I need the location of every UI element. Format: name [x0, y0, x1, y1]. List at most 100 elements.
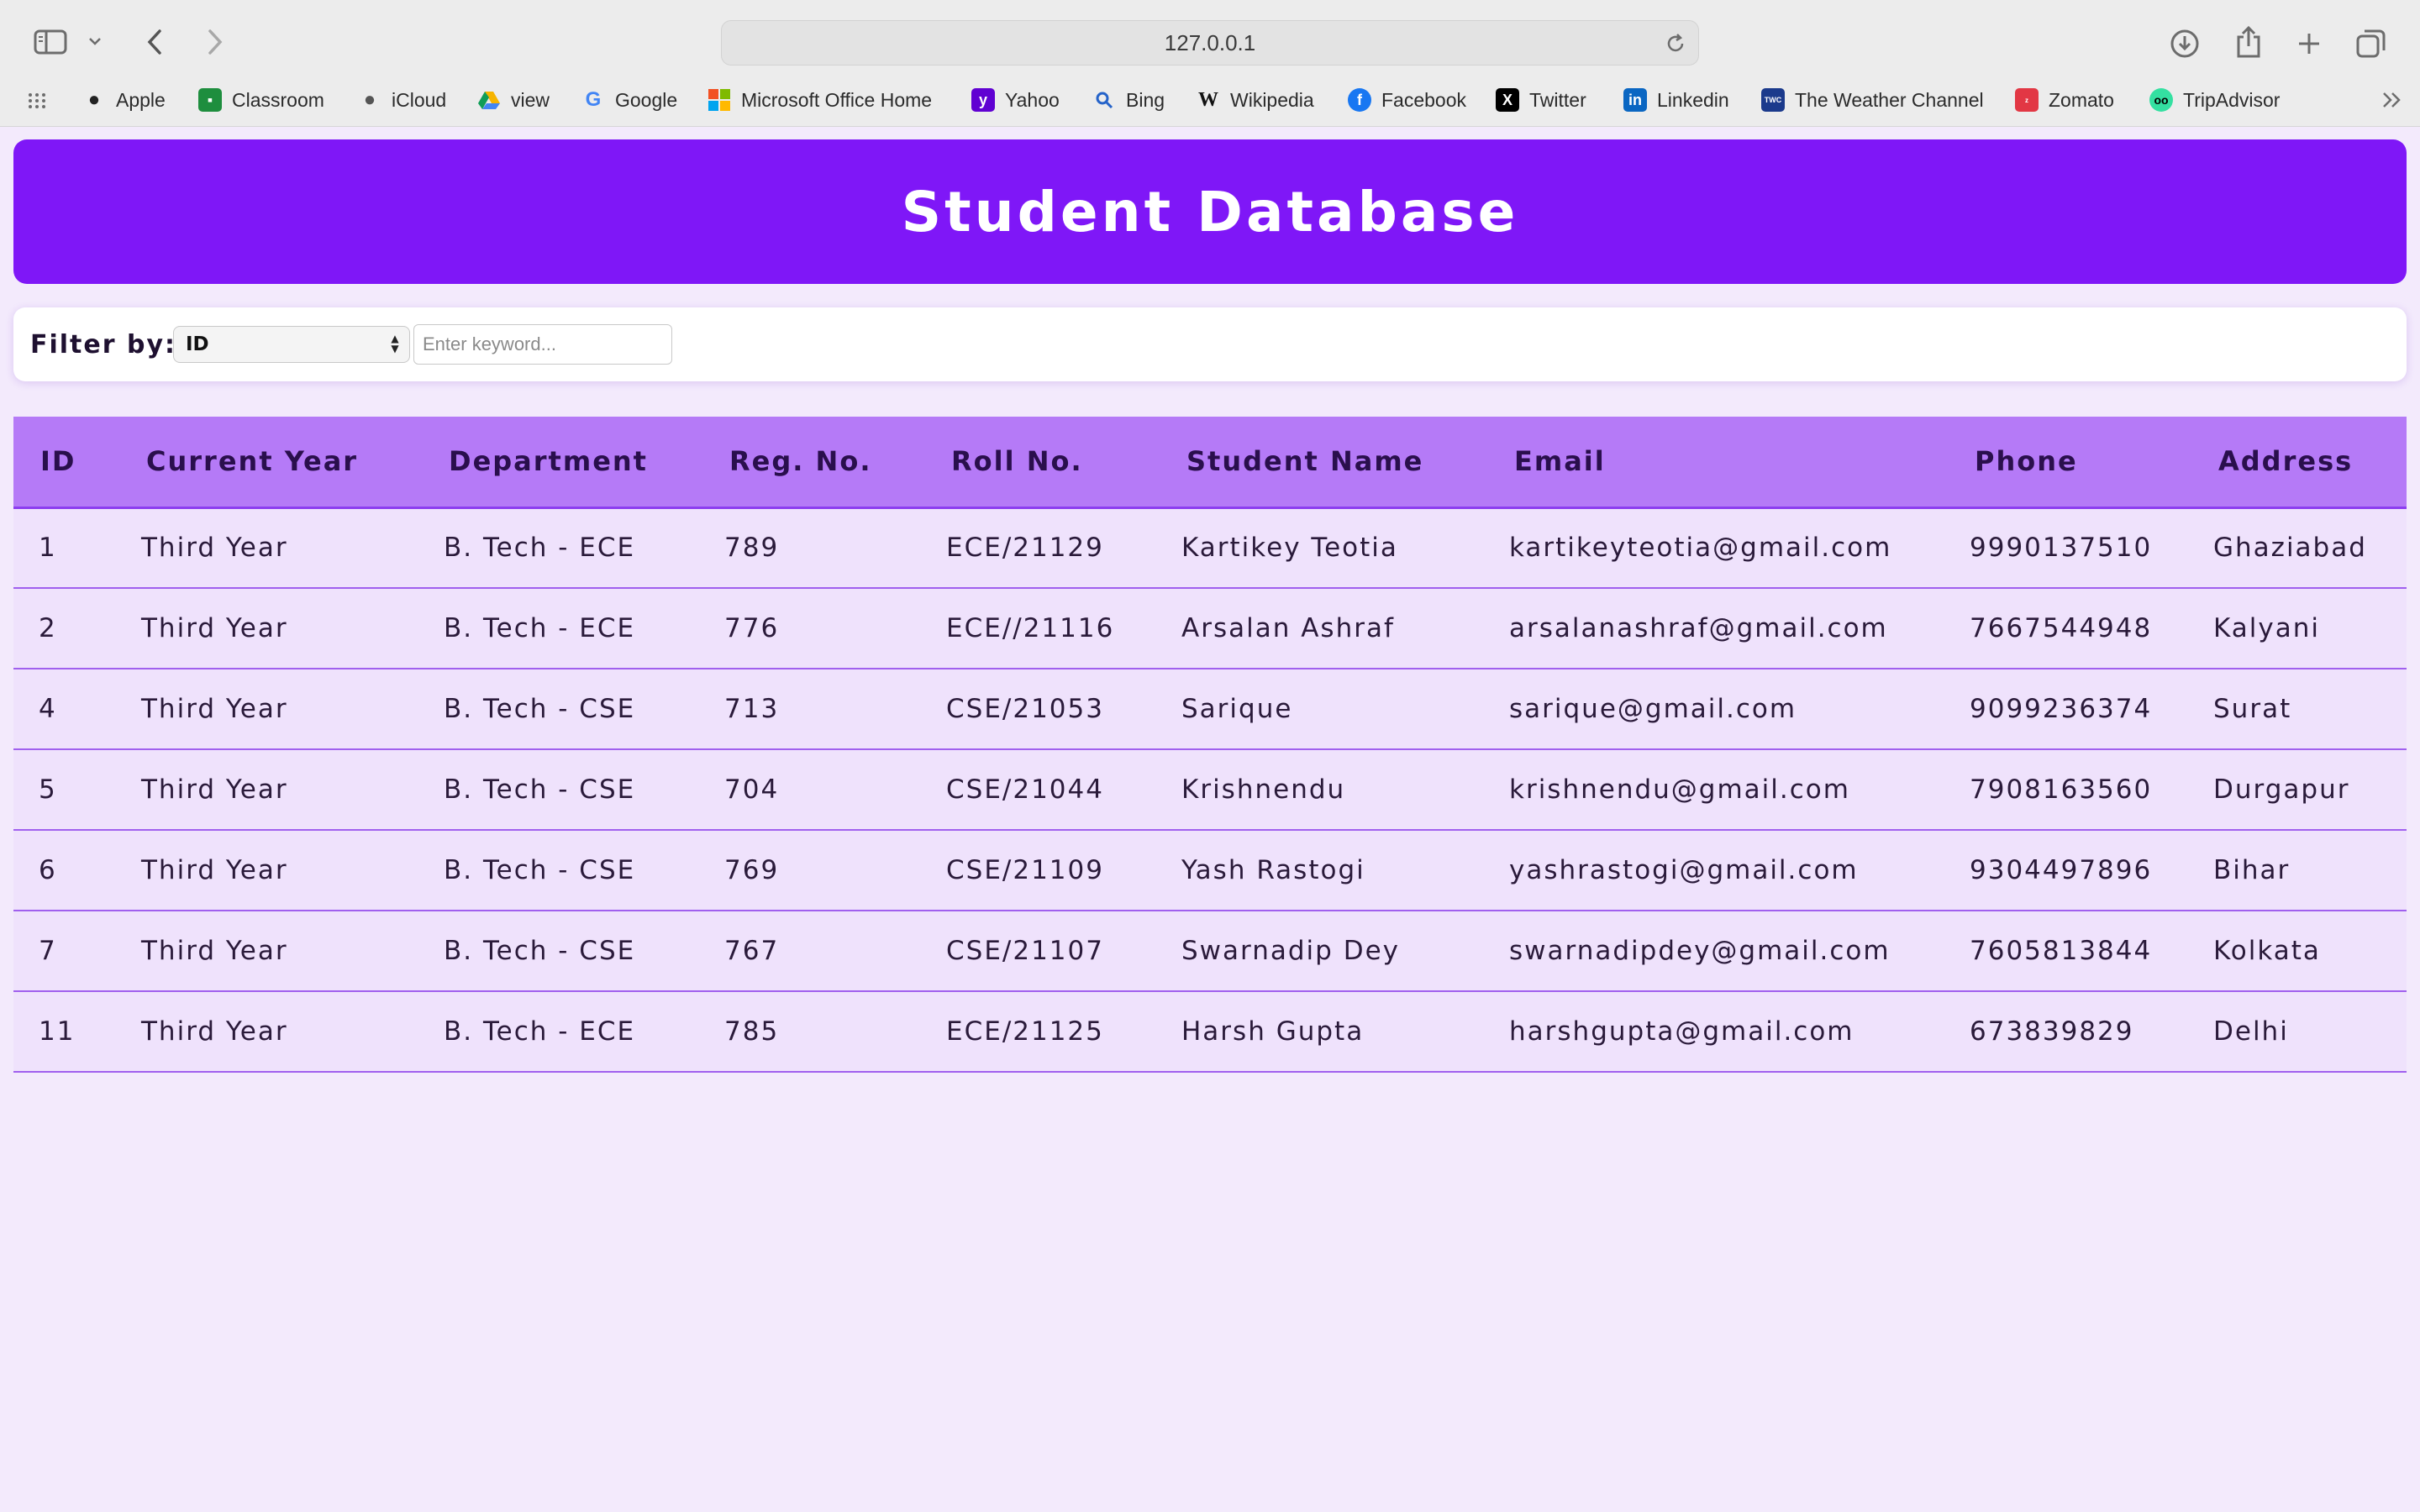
- cell-address: Surat: [2207, 669, 2407, 750]
- table-row[interactable]: 7 Third Year B. Tech - CSE 767 CSE/21107…: [13, 911, 2407, 992]
- table-row[interactable]: 6 Third Year B. Tech - CSE 769 CSE/21109…: [13, 830, 2407, 911]
- zomato-icon: z: [2015, 88, 2039, 112]
- table-row[interactable]: 11 Third Year B. Tech - ECE 785 ECE/2112…: [13, 991, 2407, 1073]
- url-text: 127.0.0.1: [1164, 29, 1256, 55]
- bookmark-label: Microsoft Office Home: [741, 88, 933, 111]
- address-bar[interactable]: 127.0.0.1: [721, 20, 1699, 66]
- filter-select-value: ID: [186, 333, 209, 355]
- bookmark-view[interactable]: view: [477, 84, 550, 116]
- bookmark-label: Wikipedia: [1230, 88, 1314, 111]
- bookmark-label: Classroom: [232, 88, 324, 111]
- bookmark-label: Google: [615, 88, 678, 111]
- table-row[interactable]: 2 Third Year B. Tech - ECE 776 ECE//2111…: [13, 588, 2407, 669]
- column-header-id[interactable]: ID: [13, 417, 131, 509]
- cell-roll-no: ECE/21125: [939, 991, 1175, 1073]
- sidebar-toggle-icon[interactable]: [30, 24, 71, 60]
- column-header-department[interactable]: Department: [434, 417, 718, 509]
- bookmark-icloud[interactable]: ● iCloud: [358, 84, 446, 116]
- cell-phone: 9990137510: [1963, 507, 2207, 589]
- bookmark-label: Apple: [116, 88, 166, 111]
- bookmark-label: TripAdvisor: [2183, 88, 2281, 111]
- bookmark-google[interactable]: G Google: [581, 84, 678, 116]
- cell-current-year: Third Year: [131, 669, 434, 750]
- bookmark-bing[interactable]: Bing: [1092, 84, 1165, 116]
- forward-icon[interactable]: [198, 24, 232, 60]
- bookmark-twitter[interactable]: X Twitter: [1496, 84, 1586, 116]
- tab-overview-icon[interactable]: [2353, 25, 2390, 62]
- bookmark-weather-channel[interactable]: TWC The Weather Channel: [1761, 84, 1984, 116]
- table-row[interactable]: 1 Third Year B. Tech - ECE 789 ECE/21129…: [13, 507, 2407, 589]
- microsoft-icon: [708, 88, 731, 112]
- table-row[interactable]: 5 Third Year B. Tech - CSE 704 CSE/21044…: [13, 749, 2407, 831]
- cell-id: 1: [13, 507, 131, 589]
- cell-student-name: Swarnadip Dey: [1175, 911, 1502, 992]
- apple-icon: ●: [87, 88, 101, 111]
- bing-search-icon: [1092, 88, 1116, 112]
- bookmark-linkedin[interactable]: in Linkedin: [1623, 84, 1729, 116]
- cell-roll-no: CSE/21107: [939, 911, 1175, 992]
- cell-reg-no: 769: [718, 830, 939, 911]
- chevron-down-icon[interactable]: [84, 30, 106, 52]
- browser-toolbar: 127.0.0.1: [0, 0, 2420, 86]
- tripadvisor-icon: oo: [2149, 88, 2173, 112]
- cell-id: 2: [13, 588, 131, 669]
- wikipedia-icon: W: [1198, 88, 1218, 111]
- browser-chrome: 127.0.0.1 ● Apple ▪ Classroom ● iCloud v…: [0, 0, 2420, 127]
- bookmark-apple[interactable]: ● Apple: [82, 84, 166, 116]
- column-header-roll-no[interactable]: Roll No.: [939, 417, 1175, 509]
- cell-student-name: Sarique: [1175, 669, 1502, 750]
- cell-roll-no: CSE/21044: [939, 749, 1175, 831]
- bookmark-classroom[interactable]: ▪ Classroom: [198, 84, 324, 116]
- cell-department: B. Tech - ECE: [434, 991, 718, 1073]
- cell-department: B. Tech - CSE: [434, 669, 718, 750]
- cell-email: arsalanashraf@gmail.com: [1502, 588, 1963, 669]
- table-body: 1 Third Year B. Tech - ECE 789 ECE/21129…: [13, 507, 2407, 1073]
- cell-roll-no: ECE/21129: [939, 507, 1175, 589]
- cell-address: Delhi: [2207, 991, 2407, 1073]
- table-header-row: ID Current Year Department Reg. No. Roll…: [13, 417, 2407, 509]
- bookmark-label: view: [511, 88, 550, 111]
- reload-icon[interactable]: [1663, 31, 1688, 56]
- bookmark-tripadvisor[interactable]: oo TripAdvisor: [2149, 84, 2280, 116]
- weather-channel-icon: TWC: [1761, 88, 1785, 112]
- bookmark-facebook[interactable]: f Facebook: [1348, 84, 1466, 116]
- cell-roll-no: CSE/21053: [939, 669, 1175, 750]
- student-table: ID Current Year Department Reg. No. Roll…: [13, 417, 2407, 1073]
- bookmark-microsoft-office[interactable]: Microsoft Office Home: [708, 84, 932, 116]
- back-icon[interactable]: [138, 24, 171, 60]
- cell-email: swarnadipdey@gmail.com: [1502, 911, 1963, 992]
- cell-student-name: Kartikey Teotia: [1175, 507, 1502, 589]
- share-icon[interactable]: [2230, 22, 2267, 62]
- bookmarks-overflow-icon[interactable]: [2381, 84, 2403, 116]
- bookmarks-bar: ● Apple ▪ Classroom ● iCloud view G Goog…: [0, 84, 2420, 116]
- cell-student-name: Harsh Gupta: [1175, 991, 1502, 1073]
- column-header-student-name[interactable]: Student Name: [1175, 417, 1502, 509]
- cell-reg-no: 789: [718, 507, 939, 589]
- column-header-reg-no[interactable]: Reg. No.: [718, 417, 939, 509]
- search-input[interactable]: [413, 324, 672, 365]
- bookmark-label: The Weather Channel: [1795, 88, 1984, 111]
- bookmark-yahoo[interactable]: y Yahoo: [971, 84, 1060, 116]
- bookmark-label: Zomato: [2049, 88, 2114, 111]
- new-tab-icon[interactable]: [2291, 25, 2328, 62]
- cell-current-year: Third Year: [131, 830, 434, 911]
- column-header-email[interactable]: Email: [1502, 417, 1963, 509]
- filter-select[interactable]: ID ▲ ▼: [173, 326, 410, 363]
- apps-grid-icon[interactable]: [25, 84, 49, 116]
- page-title: Student Database: [901, 179, 1519, 244]
- bookmark-label: Yahoo: [1005, 88, 1060, 111]
- column-header-phone[interactable]: Phone: [1963, 417, 2207, 509]
- column-header-current-year[interactable]: Current Year: [131, 417, 434, 509]
- cell-id: 11: [13, 991, 131, 1073]
- cell-reg-no: 767: [718, 911, 939, 992]
- download-icon[interactable]: [2166, 25, 2203, 62]
- x-twitter-icon: X: [1496, 88, 1519, 112]
- table-row[interactable]: 4 Third Year B. Tech - CSE 713 CSE/21053…: [13, 669, 2407, 750]
- cell-student-name: Arsalan Ashraf: [1175, 588, 1502, 669]
- cell-current-year: Third Year: [131, 911, 434, 992]
- bookmark-zomato[interactable]: z Zomato: [2015, 84, 2114, 116]
- bookmark-wikipedia[interactable]: W Wikipedia: [1197, 84, 1314, 116]
- cell-current-year: Third Year: [131, 991, 434, 1073]
- cell-roll-no: CSE/21109: [939, 830, 1175, 911]
- column-header-address[interactable]: Address: [2207, 417, 2407, 509]
